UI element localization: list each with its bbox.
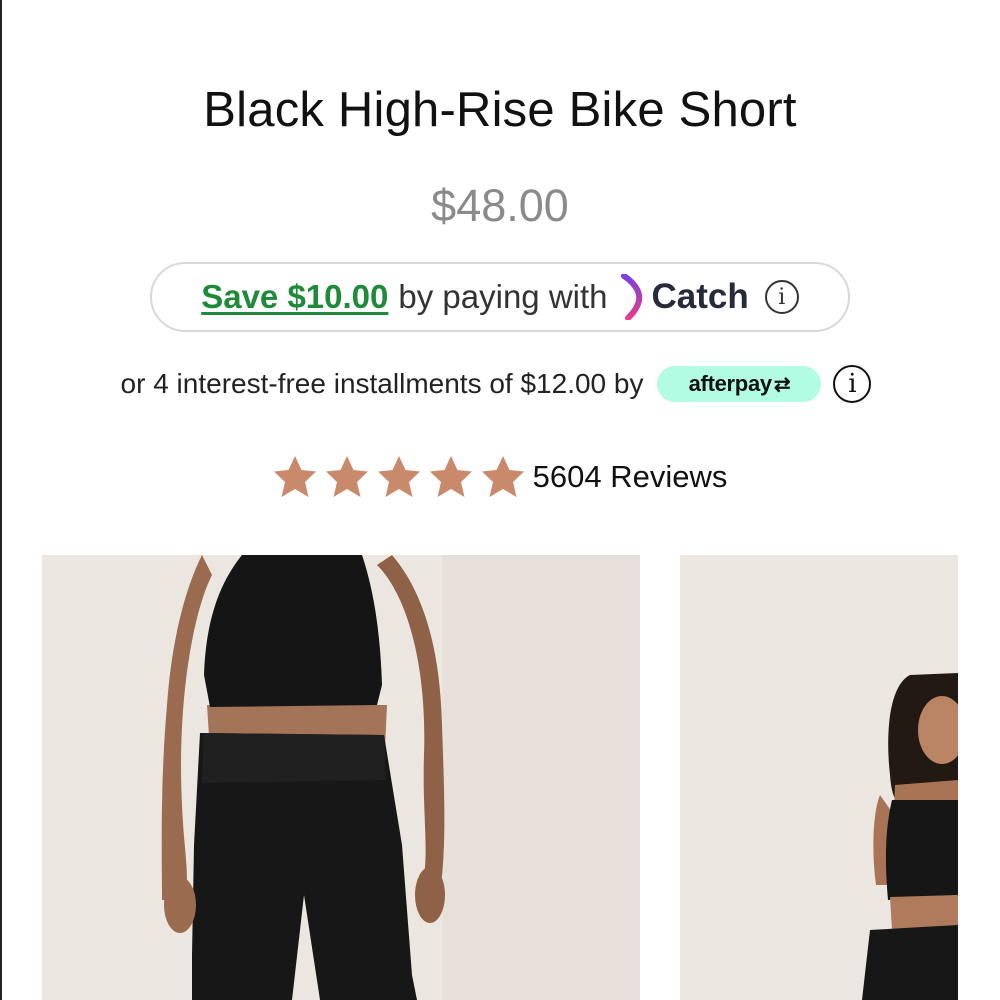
catch-offer-button[interactable]: Save $10.00 by paying with Catch i <box>150 262 850 332</box>
star-icon <box>377 456 420 497</box>
rating-summary[interactable]: 5604 Reviews <box>0 455 1000 499</box>
star-icon <box>481 456 524 497</box>
product-price: $48.00 <box>431 180 569 231</box>
afterpay-arrows-icon: ⇄ <box>773 373 791 396</box>
catch-logo-icon <box>620 274 646 320</box>
star-icon <box>273 456 316 497</box>
star-icon <box>429 456 472 497</box>
model-side-illustration <box>680 555 958 1000</box>
product-photo[interactable] <box>42 555 640 1000</box>
catch-by-text: by paying with <box>398 278 608 315</box>
product-photo[interactable] <box>680 555 958 1000</box>
afterpay-badge[interactable]: afterpay ⇄ <box>657 366 822 402</box>
catch-save-link[interactable]: Save $10.00 <box>201 278 388 316</box>
star-icon <box>325 456 368 497</box>
afterpay-installments: or 4 interest-free installments of $12.0… <box>0 362 1000 406</box>
catch-brand-name: Catch <box>651 277 749 316</box>
afterpay-badge-label: afterpay <box>688 371 773 396</box>
page-edge <box>0 0 2 1000</box>
reviews-count[interactable]: 5604 Reviews <box>533 459 728 495</box>
product-title: Black High-Rise Bike Short <box>203 83 797 137</box>
info-icon[interactable]: i <box>833 365 872 403</box>
model-front-illustration <box>42 555 640 1000</box>
info-icon[interactable]: i <box>764 280 799 314</box>
afterpay-text: or 4 interest-free installments of $12.0… <box>120 368 644 399</box>
star-rating <box>273 455 525 499</box>
